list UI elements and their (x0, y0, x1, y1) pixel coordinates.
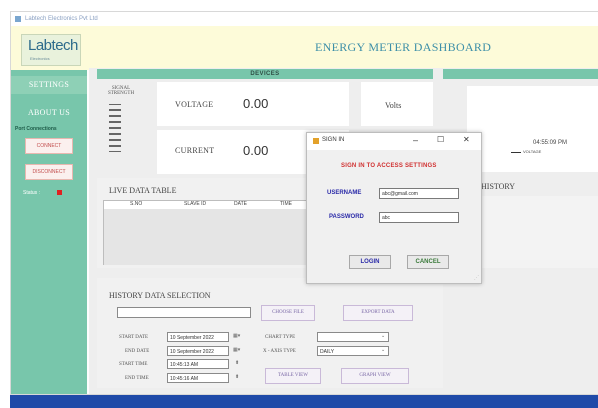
file-path-input[interactable] (117, 307, 251, 318)
cancel-button[interactable]: CANCEL (407, 255, 449, 269)
close-icon[interactable]: ✕ (463, 135, 470, 144)
logo: Labtech Electronics (21, 34, 81, 66)
chart-type-label: CHART TYPE (265, 335, 296, 340)
current-value: 0.00 (243, 143, 269, 158)
history-chart-area (477, 196, 598, 268)
top-margin (0, 0, 598, 11)
disconnect-button[interactable]: DISCONNECT (25, 164, 73, 180)
x-axis-type-label: X - AXIS TYPE (263, 349, 296, 354)
choose-file-button[interactable]: CHOOSE FILE (261, 305, 315, 321)
sidebar-item-about-us[interactable]: ABOUT US (11, 104, 87, 122)
live-data-title: LIVE DATA TABLE (109, 186, 177, 195)
history-chart-title: HISTORY (481, 182, 516, 191)
chevron-down-icon[interactable]: ⌄ (381, 347, 385, 353)
app-icon (313, 138, 319, 144)
logo-sub: Electronics (30, 56, 50, 61)
start-date-label: START DATE (119, 335, 149, 340)
login-button[interactable]: LOGIN (349, 255, 391, 269)
history-title: HISTORY DATA SELECTION (109, 291, 211, 300)
username-field[interactable]: abc@gmail.com (379, 188, 459, 199)
current-label: CURRENT (175, 146, 215, 155)
start-time-label: START TIME (119, 362, 148, 367)
end-time-label: END TIME (125, 376, 149, 381)
column-header[interactable]: TIME (280, 201, 292, 207)
password-label: PASSWORD (329, 214, 364, 220)
end-time-field[interactable]: 10:45:16 AM (167, 373, 229, 383)
voltage-label: VOLTAGE (175, 100, 214, 109)
password-field[interactable]: abc (379, 212, 459, 223)
column-header[interactable]: S.NO (130, 201, 142, 207)
dialog-heading: SIGN IN TO ACCESS SETTINGS (341, 163, 437, 169)
spinner-icon[interactable]: ⬍ (235, 360, 239, 366)
legend-line-icon (511, 152, 521, 153)
minimize-icon[interactable]: – (413, 135, 418, 145)
connect-button[interactable]: CONNECT (25, 138, 73, 154)
spinner-icon[interactable]: ⬍ (235, 374, 239, 380)
username-label: USERNAME (327, 190, 362, 196)
devices-heading: DEVICES (97, 69, 433, 79)
port-connections-label: Port Connections (15, 126, 57, 132)
sign-in-dialog: SIGN IN – ☐ ✕ SIGN IN TO ACCESS SETTINGS… (306, 132, 482, 284)
app-icon (15, 16, 21, 22)
resize-grip-icon[interactable]: ⋰ (474, 275, 479, 281)
chart-panel-heading (443, 69, 598, 79)
voltage-chart (467, 86, 598, 172)
app-window: Labtech Electronics Pvt Ltd Labtech Elec… (10, 11, 598, 395)
export-data-button[interactable]: EXPORT DATA (343, 305, 413, 321)
column-header[interactable]: SLAVE ID (184, 201, 206, 207)
calendar-icon[interactable]: ▦▾ (233, 347, 240, 353)
logo-text: Labtech (28, 37, 78, 54)
graph-view-button[interactable]: GRAPH VIEW (341, 368, 409, 384)
table-view-button[interactable]: TABLE VIEW (265, 368, 321, 384)
maximize-icon[interactable]: ☐ (437, 135, 444, 144)
page-title: ENERGY METER DASHBOARD (315, 40, 492, 54)
chevron-down-icon[interactable]: ⌄ (381, 333, 385, 339)
sidebar-item-settings[interactable]: SETTINGS (11, 76, 87, 94)
end-date-field[interactable]: 10 September 2022 (167, 346, 229, 356)
chart-legend: VOLTAGE (523, 149, 542, 154)
start-date-field[interactable]: 10 September 2022 (167, 332, 229, 342)
signal-strength-label: SIGNAL STRENGTH (107, 86, 135, 96)
start-time-field[interactable]: 10:45:13 AM (167, 359, 229, 369)
voltage-unit: Volts (385, 101, 402, 110)
end-date-label: END DATE (125, 349, 150, 354)
dialog-title: SIGN IN (322, 137, 345, 143)
sidebar: SETTINGS ABOUT US Port Connections CONNE… (11, 70, 87, 394)
chart-type-select[interactable] (317, 332, 389, 342)
window-titlebar: Labtech Electronics Pvt Ltd (11, 12, 598, 26)
signal-strength-icon (109, 104, 121, 154)
voltage-value: 0.00 (243, 96, 269, 111)
status-indicator (57, 190, 62, 195)
window-title: Labtech Electronics Pvt Ltd (25, 16, 98, 22)
status-label: Status : (23, 190, 40, 196)
column-header[interactable]: DATE (234, 201, 247, 207)
header: Labtech Electronics ENERGY METER DASHBOA… (11, 26, 598, 70)
calendar-icon[interactable]: ▦▾ (233, 333, 240, 339)
x-axis-type-select[interactable]: DAILY (317, 346, 389, 356)
left-margin (0, 0, 10, 408)
chart-time-right: 04:55:09 PM (533, 140, 568, 146)
dialog-titlebar: SIGN IN – ☐ ✕ (307, 133, 481, 150)
